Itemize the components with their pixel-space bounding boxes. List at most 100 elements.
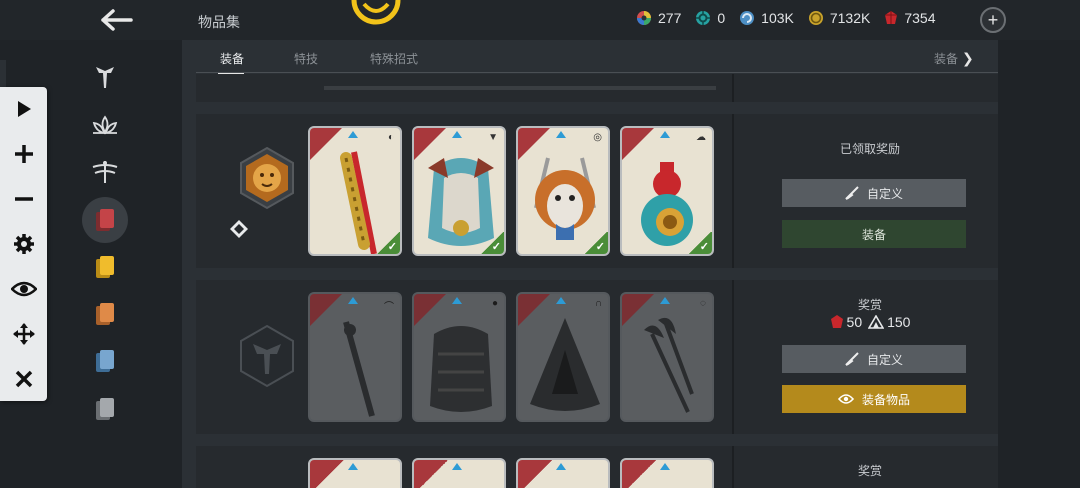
- brush-icon: [845, 186, 859, 200]
- category-item-orange-collection[interactable]: [82, 291, 128, 337]
- owned-check-icon: ✓: [688, 232, 712, 254]
- card-corner: [414, 460, 448, 488]
- slot-type-icon: ∩: [594, 298, 602, 309]
- rarity-triangle-icon: [452, 297, 462, 304]
- rarity-triangle-icon: [660, 297, 670, 304]
- triforce-icon: [868, 315, 885, 329]
- category-item-lotus[interactable]: [82, 103, 128, 149]
- add-currency-button[interactable]: +: [980, 7, 1006, 33]
- equip-items-button[interactable]: 装备物品: [782, 385, 966, 413]
- gear-card-chest[interactable]: ▼ ✓: [412, 126, 506, 256]
- currency-item[interactable]: 0: [695, 10, 725, 26]
- currency-item[interactable]: 277: [636, 10, 681, 26]
- visibility-button[interactable]: [0, 269, 47, 309]
- collection-row-partial-top: [196, 74, 998, 102]
- collection-row: ⌒ ● ∩ ◌ 奖赏 50 150 自定义 装备物品: [196, 280, 998, 434]
- gear-card-helm[interactable]: ◎ ✓: [516, 126, 610, 256]
- customize-label: 自定义: [866, 352, 903, 367]
- currency-value: 277: [658, 10, 682, 26]
- category-item-assassins[interactable]: [82, 54, 128, 100]
- gear-card-partial[interactable]: [516, 458, 610, 488]
- category-item-dragonfly[interactable]: [82, 149, 128, 195]
- gear-card-chest[interactable]: ●: [412, 292, 506, 422]
- card-corner: [518, 460, 552, 488]
- steel-coin-icon: [808, 11, 823, 25]
- play-icon: [17, 101, 31, 117]
- card-edges: [324, 86, 716, 90]
- category-item-red-collection[interactable]: [82, 197, 128, 243]
- tab-bar: 装备 特技 特殊招式 装备 ❯: [182, 40, 998, 74]
- reward-label: 奖赏: [857, 464, 882, 478]
- red-cards-icon: [96, 209, 114, 231]
- customize-button[interactable]: 自定义: [782, 179, 966, 207]
- next-category-label: 装备: [934, 52, 959, 66]
- overlay-toolbar: [0, 87, 47, 401]
- row-divider: [732, 114, 734, 268]
- slot-type-icon: ☁: [696, 132, 706, 143]
- tab-gear[interactable]: 装备: [220, 50, 244, 67]
- play-button[interactable]: [0, 89, 47, 129]
- top-bar: 物品集 277 0 103K 7132K 7354 +: [0, 0, 1080, 40]
- gear-card-partial[interactable]: [412, 458, 506, 488]
- edge-handle[interactable]: [0, 60, 6, 90]
- customize-label: 自定义: [866, 186, 903, 201]
- collection-panel: 装备 特技 特殊招式 装备 ❯ ◐ ✓ ▼ ✓ ◎ ✓ ☁ ✓ 已领取奖励 自定…: [182, 40, 998, 488]
- category-item-gold-collection[interactable]: [82, 244, 128, 290]
- gear-card-partial[interactable]: [308, 458, 402, 488]
- next-category-button[interactable]: 装备 ❯: [934, 50, 974, 67]
- close-icon: [15, 370, 32, 388]
- rarity-triangle-icon: [556, 297, 566, 304]
- customize-button[interactable]: 自定义: [782, 345, 966, 373]
- move-arrows-icon: [12, 323, 35, 345]
- currency-item[interactable]: 7354: [884, 10, 936, 26]
- eye-icon: [837, 394, 854, 404]
- gear-card-accessory[interactable]: ☁ ✓: [620, 126, 714, 256]
- faction-emblem-icon: [351, 0, 401, 25]
- warden-crest-icon: [240, 324, 294, 388]
- gear-card-weapon[interactable]: ⌒: [308, 292, 402, 422]
- zoom-out-button[interactable]: [0, 179, 47, 219]
- category-item-blue-collection[interactable]: [82, 338, 128, 384]
- equip-items-label: 装备物品: [861, 392, 910, 407]
- teal-gear-icon: [696, 11, 711, 25]
- equip-button[interactable]: 装备: [782, 220, 966, 248]
- category-item-gray-collection[interactable]: [82, 386, 128, 432]
- red-crystal-icon: [885, 11, 898, 24]
- slot-type-icon: ●: [491, 298, 498, 309]
- owned-check-icon: ✓: [584, 232, 608, 254]
- axes-icon: [622, 294, 694, 413]
- tab-feats[interactable]: 特技: [294, 50, 318, 67]
- close-button[interactable]: [0, 359, 47, 399]
- eye-icon: [10, 281, 37, 297]
- rarity-triangle-icon: [452, 463, 462, 470]
- gear-icon: [13, 234, 34, 254]
- rarity-triangle-icon: [556, 131, 566, 138]
- gear-card-partial[interactable]: [620, 458, 714, 488]
- zoom-in-button[interactable]: [0, 134, 47, 174]
- back-button[interactable]: [96, 4, 136, 36]
- reward-other-value: 150: [887, 314, 911, 330]
- tab-special-moves[interactable]: 特殊招式: [370, 50, 418, 67]
- currency-value: 7354: [904, 10, 936, 26]
- settings-button[interactable]: [0, 224, 47, 264]
- currency-item[interactable]: 103K: [739, 10, 794, 26]
- rarity-triangle-icon: [348, 297, 358, 304]
- collection-row-partial-bottom: 奖赏: [196, 446, 998, 488]
- owned-check-icon: ✓: [376, 232, 400, 254]
- owned-check-icon: ✓: [480, 232, 504, 254]
- currency-value: 103K: [761, 10, 794, 26]
- gear-card-weapon-secondary[interactable]: ◌: [620, 292, 714, 422]
- card-corner: [622, 460, 656, 488]
- minus-icon: [14, 197, 33, 201]
- lion-crest-icon: [240, 146, 294, 210]
- currency-item[interactable]: 7132K: [808, 10, 870, 26]
- currency-value: 0: [717, 10, 726, 26]
- slot-type-icon: ▼: [488, 132, 498, 143]
- plate-armor-icon: [414, 294, 492, 412]
- diamond-insignia-icon: [230, 220, 248, 238]
- collection-row: ◐ ✓ ▼ ✓ ◎ ✓ ☁ ✓ 已领取奖励 自定义 装备: [196, 114, 998, 268]
- move-button[interactable]: [0, 314, 47, 354]
- rarity-triangle-icon: [348, 131, 358, 138]
- gear-card-helm[interactable]: ∩: [516, 292, 610, 422]
- gear-card-weapon[interactable]: ◐ ✓: [308, 126, 402, 256]
